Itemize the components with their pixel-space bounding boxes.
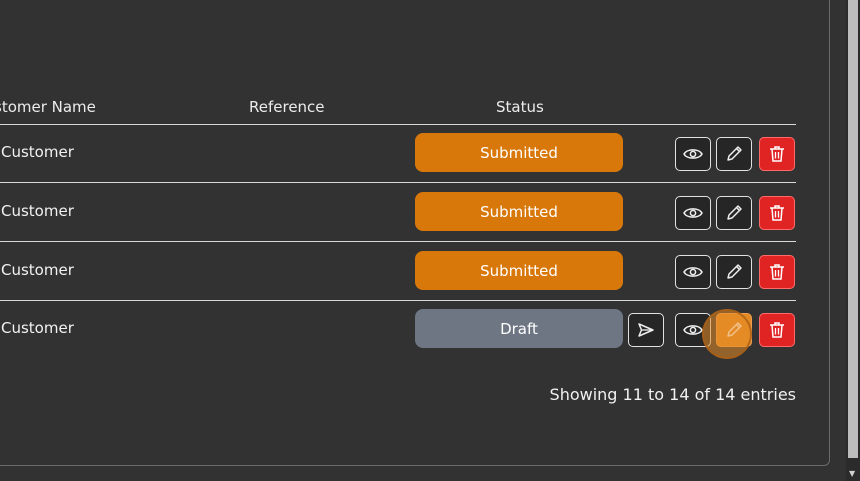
row-divider [0, 241, 796, 242]
vertical-scrollbar[interactable]: ▼ [846, 0, 860, 481]
pencil-icon [727, 146, 742, 161]
pencil-icon [727, 205, 742, 220]
trash-icon [770, 205, 784, 221]
trash-icon [770, 264, 784, 280]
trash-icon [770, 146, 784, 162]
view-button[interactable] [675, 137, 711, 171]
header-divider [0, 124, 796, 125]
pencil-icon [727, 322, 742, 337]
eye-icon [683, 267, 703, 277]
customer-cell: Customer [1, 143, 74, 161]
pencil-icon [727, 264, 742, 279]
view-button[interactable] [675, 255, 711, 289]
header-customer-name: stomer Name [0, 98, 96, 116]
delete-button[interactable] [759, 137, 795, 171]
customer-cell: Customer [1, 202, 74, 220]
row-divider [0, 182, 796, 183]
view-button[interactable] [675, 196, 711, 230]
send-icon [638, 323, 654, 337]
eye-icon [683, 149, 703, 159]
send-button[interactable] [628, 313, 664, 347]
scroll-down-arrow-icon[interactable]: ▼ [849, 470, 855, 478]
header-reference: Reference [249, 98, 325, 116]
delete-button[interactable] [759, 255, 795, 289]
customer-cell: Customer [1, 261, 74, 279]
entries-info: Showing 11 to 14 of 14 entries [549, 385, 796, 404]
scrollbar-thumb[interactable] [848, 0, 858, 458]
eye-icon [683, 325, 703, 335]
edit-button[interactable] [716, 137, 752, 171]
view-button[interactable] [675, 313, 711, 347]
trash-icon [770, 322, 784, 338]
row-divider [0, 300, 796, 301]
delete-button[interactable] [759, 196, 795, 230]
eye-icon [683, 208, 703, 218]
header-status: Status [496, 98, 544, 116]
status-badge: Draft [415, 309, 623, 348]
customer-cell: Customer [1, 319, 74, 337]
status-badge: Submitted [415, 251, 623, 290]
status-badge: Submitted [415, 133, 623, 172]
edit-button[interactable] [716, 255, 752, 289]
delete-button[interactable] [759, 313, 795, 347]
edit-button[interactable] [716, 313, 752, 347]
status-badge: Submitted [415, 192, 623, 231]
edit-button[interactable] [716, 196, 752, 230]
